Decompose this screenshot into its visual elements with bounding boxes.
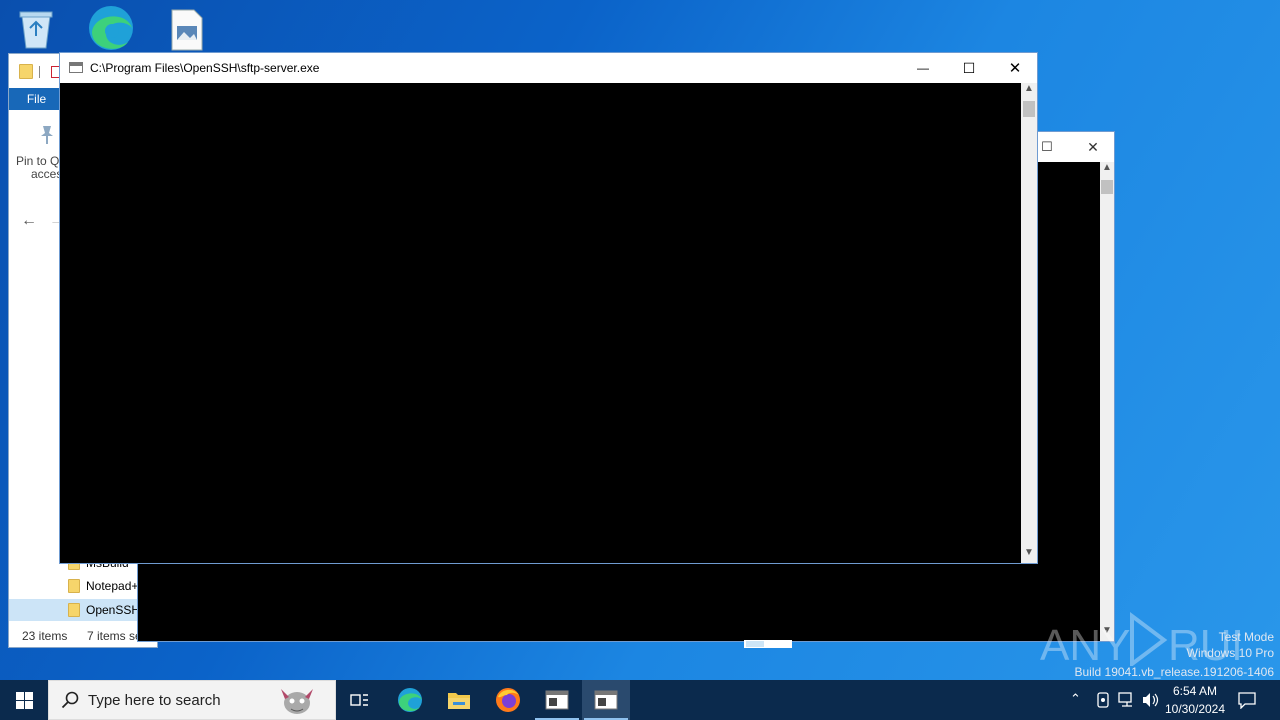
taskbar-file-explorer[interactable] xyxy=(435,680,483,720)
taskbar-firefox[interactable] xyxy=(484,680,532,720)
search-box[interactable]: Type here to search xyxy=(48,680,336,720)
notification-icon[interactable] xyxy=(1238,691,1256,712)
taskbar-console-2[interactable] xyxy=(582,680,630,720)
start-button[interactable] xyxy=(0,680,48,720)
close-button[interactable]: ✕ xyxy=(992,53,1038,83)
vertical-scrollbar[interactable]: ▲ ▼ xyxy=(1100,162,1114,641)
watermark-build: Build 19041.vb_release.191206-1406 xyxy=(1074,665,1275,679)
task-view-icon xyxy=(350,694,368,706)
minimize-icon: — xyxy=(917,61,929,75)
maximize-icon: ☐ xyxy=(962,59,976,76)
tray-device-icon[interactable] xyxy=(1096,692,1110,711)
file-explorer-icon xyxy=(448,693,470,709)
search-placeholder: Type here to search xyxy=(88,692,221,709)
network-icon[interactable] xyxy=(1118,692,1136,711)
close-icon: ✕ xyxy=(1008,60,1022,77)
status-item-count: 23 items xyxy=(22,629,68,643)
scroll-up-icon[interactable]: ▲ xyxy=(1023,83,1035,99)
maximize-icon: ☐ xyxy=(1041,139,1053,154)
volume-icon[interactable] xyxy=(1142,692,1160,711)
scroll-up-icon[interactable]: ▲ xyxy=(1101,162,1113,178)
window-fragment xyxy=(744,640,792,648)
recycle-bin-icon[interactable] xyxy=(14,6,62,50)
title-separator xyxy=(39,66,40,78)
edge-shortcut-icon[interactable] xyxy=(86,4,134,50)
pin-label-line2[interactable]: acces xyxy=(31,167,62,181)
windows-logo-icon xyxy=(15,691,33,709)
taskbar-console-1[interactable] xyxy=(533,680,581,720)
close-button[interactable]: ✕ xyxy=(1070,132,1116,162)
task-view-button[interactable] xyxy=(336,680,384,720)
taskbar-edge[interactable] xyxy=(386,680,434,720)
file-tab[interactable]: File xyxy=(9,88,64,110)
status-selected-count: 7 items se xyxy=(87,629,142,643)
console-icon xyxy=(594,690,618,710)
folder-icon xyxy=(68,579,80,593)
search-icon xyxy=(61,691,79,712)
image-file-icon[interactable] xyxy=(168,8,216,52)
clock-time[interactable]: 6:54 AM xyxy=(1160,684,1230,698)
console-app-icon xyxy=(69,62,83,73)
show-hidden-icons-chevron-icon[interactable]: ⌃ xyxy=(1070,691,1081,707)
scroll-thumb[interactable] xyxy=(1023,101,1035,117)
watermark-edition: Windows 10 Pro xyxy=(1186,646,1274,660)
close-icon: ✕ xyxy=(1087,138,1099,155)
maximize-button[interactable]: ☐ xyxy=(946,53,992,83)
watermark-test-mode: Test Mode xyxy=(1218,630,1274,644)
window-title: C:\Program Files\OpenSSH\sftp-server.exe xyxy=(90,61,320,75)
console-icon xyxy=(545,690,569,710)
scroll-down-icon[interactable]: ▼ xyxy=(1023,547,1035,563)
firefox-icon xyxy=(496,688,520,712)
folder-icon xyxy=(19,64,33,79)
scroll-thumb[interactable] xyxy=(1101,180,1113,194)
console-output[interactable] xyxy=(60,83,1021,563)
minimize-button[interactable]: — xyxy=(900,53,946,83)
pin-icon[interactable] xyxy=(37,124,57,149)
folder-icon xyxy=(68,603,80,617)
back-arrow-icon[interactable]: ← xyxy=(21,212,37,230)
vertical-scrollbar[interactable]: ▲ ▼ xyxy=(1021,83,1037,563)
clock-date[interactable]: 10/30/2024 xyxy=(1160,702,1230,716)
edge-icon xyxy=(398,688,422,712)
console-window-front[interactable]: C:\Program Files\OpenSSH\sftp-server.exe… xyxy=(59,52,1038,564)
search-highlight-icon xyxy=(275,683,319,720)
